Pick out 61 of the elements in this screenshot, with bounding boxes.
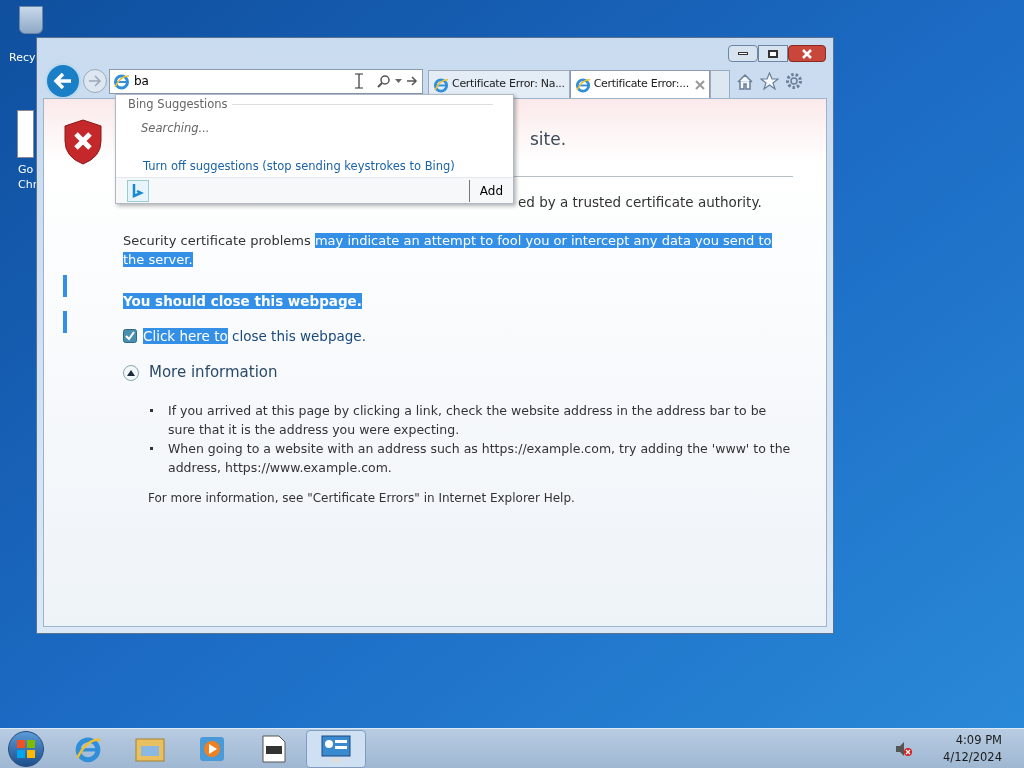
back-button[interactable]	[45, 63, 81, 99]
forward-arrow-icon	[88, 75, 102, 87]
ie-logo-icon	[574, 76, 591, 93]
bing-search-button[interactable]	[127, 179, 149, 202]
shield-error-icon	[64, 119, 102, 165]
maximize-button[interactable]	[758, 45, 788, 62]
icon-label[interactable]: Recy	[9, 50, 36, 65]
clock-date: 4/12/2024	[943, 748, 1002, 766]
body-text: ed by a trusted certificate authority.	[518, 194, 762, 210]
minimize-button[interactable]	[728, 45, 758, 62]
ie-logo-icon	[433, 76, 449, 93]
bullet-icon	[150, 408, 153, 412]
clock-time: 4:09 PM	[955, 731, 1002, 749]
expand-toggle-icon[interactable]	[123, 364, 139, 381]
selection-marker	[63, 311, 67, 333]
status-text: Searching...	[141, 121, 210, 136]
heading-text: site.	[530, 128, 567, 151]
home-icon[interactable]	[735, 72, 754, 90]
b-logo-icon	[132, 182, 144, 199]
close-page-link[interactable]: Click here to close this webpage.	[143, 326, 366, 347]
media-player-icon	[199, 735, 225, 762]
shortcut-icon[interactable]	[17, 110, 34, 158]
new-tab-button[interactable]	[709, 70, 730, 98]
add-button[interactable]: Add	[469, 181, 513, 200]
address-input[interactable]: ba	[134, 72, 349, 90]
folder-icon	[135, 735, 165, 762]
checked-link-icon	[123, 329, 137, 344]
restore-icon	[768, 49, 778, 58]
bullet-text: If you arrived at this page by clicking a link, check the website address in the address bar to be sure that it is the address you were expecting.	[168, 401, 768, 439]
more-information-link[interactable]: More information	[149, 361, 278, 384]
start-button[interactable]	[8, 730, 44, 767]
control-panel-icon	[321, 734, 351, 763]
bullet-text: When going to a website with an address such as https://example.com, try adding the 'www' to the address, https://www.example.com.	[168, 439, 792, 477]
back-arrow-icon	[53, 72, 73, 90]
bullet-icon	[150, 446, 153, 450]
browser-tab[interactable]: Certificate Error: Na...	[428, 70, 570, 98]
close-button[interactable]	[788, 45, 826, 62]
settings-icon[interactable]	[784, 72, 803, 90]
close-tab-icon[interactable]	[694, 79, 705, 90]
muted-speaker-icon[interactable]	[895, 740, 914, 757]
go-arrow-icon	[406, 75, 418, 87]
document-icon	[262, 734, 286, 763]
icon-label[interactable]: Go Chr	[18, 162, 38, 192]
text-cursor-icon	[353, 73, 365, 89]
help-text: For more information, see "Certificate Errors" in Internet Explorer Help.	[148, 489, 576, 507]
close-icon	[801, 48, 813, 59]
warning-paragraph: Security certificate problems may indicate an attempt to fool you or intercept any data you send to the server.	[123, 232, 773, 269]
ie-logo-icon	[113, 72, 130, 90]
browser-tab[interactable]: Certificate Error:...	[569, 70, 710, 98]
dropdown-caret-icon	[395, 78, 402, 84]
address-bar[interactable]: ba	[109, 68, 423, 94]
turn-off-suggestions-link[interactable]: Turn off suggestions (stop sending keystrokes to Bing)	[143, 159, 455, 174]
star-icon[interactable]	[759, 72, 779, 90]
windows-logo-icon	[16, 738, 36, 759]
taskbar-app-button[interactable]	[306, 729, 366, 768]
search-icon	[377, 74, 391, 88]
selection-marker	[63, 275, 67, 297]
minimize-icon	[738, 52, 748, 55]
section-header: Bing Suggestions	[128, 96, 228, 113]
warning-text: You should close this webpage.	[123, 293, 362, 309]
recycle-bin-icon[interactable]	[19, 6, 43, 34]
